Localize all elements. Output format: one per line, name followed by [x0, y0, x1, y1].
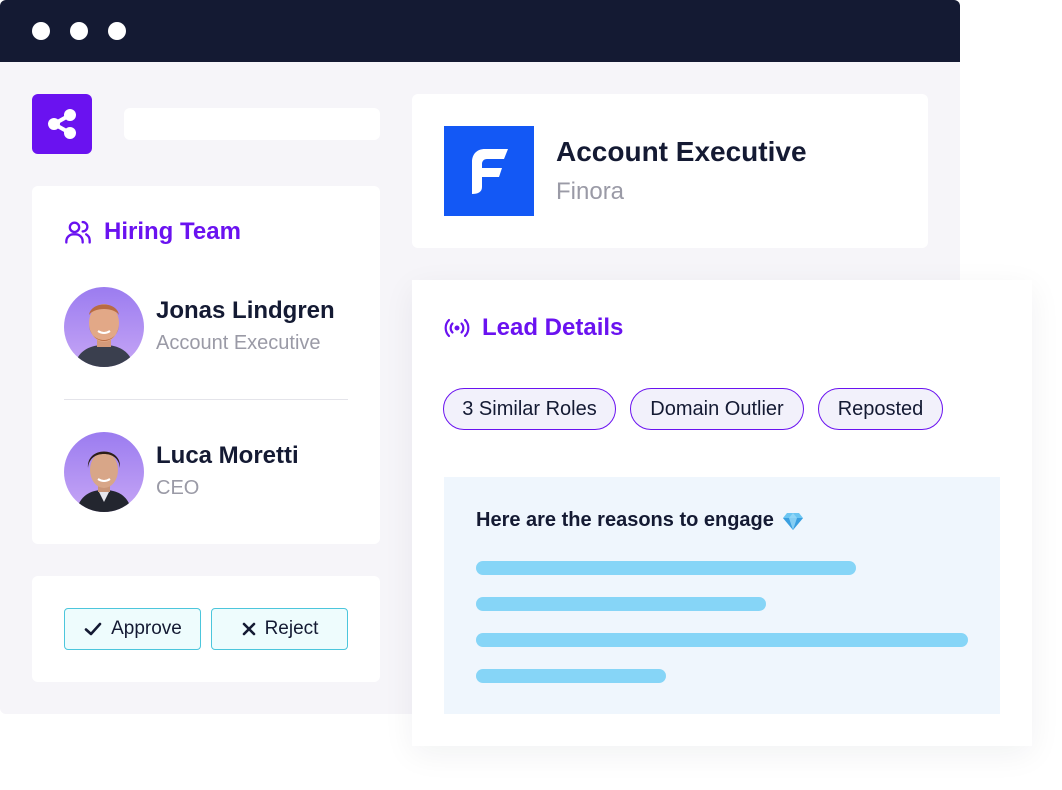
check-icon	[84, 622, 102, 636]
tag-chip[interactable]: Domain Outlier	[630, 388, 804, 430]
company-logo	[444, 126, 534, 216]
approve-label: Approve	[111, 618, 182, 639]
search-input[interactable]	[124, 108, 380, 140]
lead-details-panel: Lead Details 3 Similar Roles Domain Outl…	[412, 280, 1032, 746]
diamond-icon	[782, 512, 803, 530]
team-member[interactable]: Luca Moretti CEO	[64, 432, 299, 512]
close-icon	[242, 622, 255, 636]
users-icon	[65, 220, 91, 244]
approve-button[interactable]: Approve	[64, 608, 201, 650]
avatar	[64, 432, 144, 512]
window-dot-minimize[interactable]	[70, 22, 88, 40]
lead-details-header: Lead Details	[444, 314, 623, 342]
window-dot-close[interactable]	[32, 22, 50, 40]
member-role: CEO	[156, 477, 200, 499]
reasons-title: Here are the reasons to engage	[476, 509, 774, 531]
hiring-team-card: Hiring Team Jonas Lindgren Account Execu…	[32, 186, 380, 544]
member-role: Account Executive	[156, 332, 321, 354]
reasons-header: Here are the reasons to engage	[476, 509, 804, 532]
member-name: Jonas Lindgren	[156, 297, 335, 324]
placeholder-line	[476, 561, 856, 575]
member-name: Luca Moretti	[156, 442, 299, 469]
actions-card: Approve Reject	[32, 576, 380, 682]
app-logo[interactable]	[32, 94, 92, 154]
tag-chip[interactable]: 3 Similar Roles	[443, 388, 616, 430]
tag-chip[interactable]: Reposted	[818, 388, 943, 430]
reject-label: Reject	[264, 618, 319, 639]
placeholder-line	[476, 669, 666, 683]
hiring-team-title: Hiring Team	[104, 218, 241, 245]
divider	[64, 399, 348, 400]
broadcast-icon	[444, 318, 470, 338]
job-card[interactable]: Account Executive Finora	[412, 94, 928, 248]
tag-label: Reposted	[837, 397, 924, 420]
reasons-box: Here are the reasons to engage	[444, 477, 1000, 714]
share-icon	[48, 109, 76, 139]
window-dot-maximize[interactable]	[108, 22, 126, 40]
company-name: Finora	[556, 178, 625, 205]
reject-button[interactable]: Reject	[211, 608, 348, 650]
team-member[interactable]: Jonas Lindgren Account Executive	[64, 287, 335, 367]
avatar	[64, 287, 144, 367]
tag-label: 3 Similar Roles	[462, 397, 597, 420]
job-title: Account Executive	[556, 136, 807, 167]
tag-label: Domain Outlier	[650, 397, 784, 420]
hiring-team-header: Hiring Team	[64, 218, 241, 246]
lead-details-title: Lead Details	[482, 314, 624, 341]
window-titlebar	[0, 0, 960, 62]
placeholder-line	[476, 633, 968, 647]
placeholder-line	[476, 597, 766, 611]
